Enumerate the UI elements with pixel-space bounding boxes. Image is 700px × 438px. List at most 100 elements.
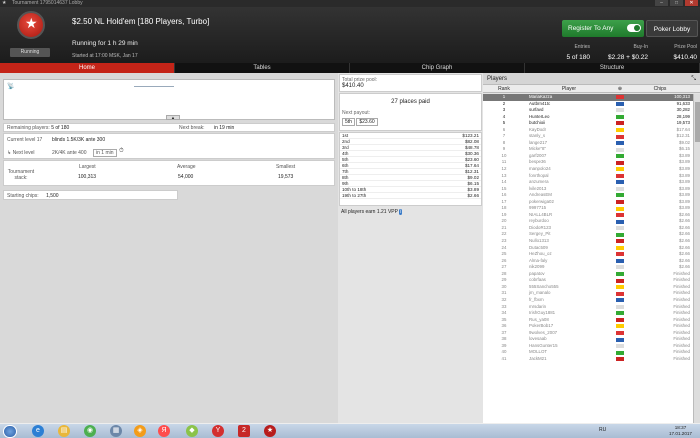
remaining-label: Remaining players:	[7, 125, 50, 131]
entries-value: 5 of 180	[566, 54, 591, 61]
prize-place: 9th	[342, 181, 349, 186]
tab-chip-graph[interactable]: Chip Graph	[350, 63, 525, 73]
news-box: 📡 ▲	[3, 79, 335, 120]
remaining-value: 5 of 180	[51, 125, 70, 131]
entries-stat: Entries 5 of 180	[555, 44, 591, 61]
yandex-browser-icon[interactable]: Y	[212, 425, 224, 437]
players-scrollbar[interactable]	[693, 94, 700, 423]
tab-tables[interactable]: Tables	[175, 63, 350, 73]
start-button[interactable]	[3, 425, 17, 438]
prize-table: 1st $123.21 2nd $82.08 3rd $48.78 4th $30.36 5th…	[339, 132, 482, 206]
chrome-icon[interactable]: ◉	[84, 425, 96, 437]
buyin-label: Buy-In	[633, 44, 648, 50]
start-time: Started at 17:00 MSK, Jan 17	[72, 53, 138, 59]
prize-amount: $17.64	[464, 163, 479, 168]
starting-label: Starting chips:	[7, 193, 39, 199]
buyin-stat: Buy-In $2.28 + $0.22	[600, 44, 648, 61]
next-level-time: in 1 min	[93, 149, 117, 157]
current-level-value: blinds 1.5K/3K ante 300	[52, 137, 106, 143]
prize-place: 10th to 18th	[342, 187, 367, 192]
prize-place: 3rd	[342, 145, 349, 150]
pokerstars-star-icon: ★	[2, 0, 7, 6]
register-to-any-button[interactable]: Register To Any	[562, 20, 644, 37]
player-name: JackM21	[529, 355, 547, 361]
home-pane: 📡 ▲ Remaining players: 5 of 180 Next bre…	[0, 73, 338, 423]
col-player[interactable]: Player	[525, 85, 613, 92]
next-break-value: in 19 min	[214, 125, 235, 131]
smallest-label: Smallest	[276, 164, 296, 170]
window-title: Tournament 1795014637 Lobby	[12, 0, 83, 6]
yandex-icon[interactable]: Я	[158, 425, 170, 437]
media-icon[interactable]: ◆	[186, 425, 198, 437]
prize-place: 1st	[342, 133, 349, 138]
collapse-arrow-icon[interactable]: ▲	[166, 115, 180, 120]
toggle-icon	[627, 24, 641, 32]
prize-amount: $23.60	[464, 157, 479, 162]
col-chips[interactable]: Chips	[627, 85, 693, 92]
prize-amount: $2.66	[467, 193, 480, 198]
maximize-button[interactable]: □	[670, 0, 683, 6]
tournament-header: Running $2.50 NL Hold'em [180 Players, T…	[0, 7, 700, 63]
next-payout-value: $23.60	[356, 118, 378, 126]
entries-label: Entries	[574, 44, 590, 50]
scroll-thumb[interactable]	[695, 102, 700, 142]
next-payout-place: 5th	[342, 118, 355, 126]
status-badge: Running	[10, 48, 50, 57]
pokerstars-taskbar-icon[interactable]: ★	[264, 425, 276, 437]
notification-icon[interactable]: 2	[238, 425, 250, 437]
buyin-value: $2.28 + $0.22	[608, 54, 648, 61]
minimize-button[interactable]: –	[655, 0, 668, 6]
window-titlebar: ★ Tournament 1795014637 Lobby – □ ✕	[0, 0, 700, 7]
tab-structure[interactable]: Structure	[525, 63, 700, 73]
folder-icon[interactable]: ▤	[58, 425, 70, 437]
prize-row: 19th to 27th $2.66	[340, 193, 481, 199]
pokerstars-logo-icon	[17, 11, 45, 39]
players-columns: Rank Player ⊕ Chips	[483, 85, 700, 93]
largest-label: Largest	[79, 164, 96, 170]
register-label: Register To Any	[568, 25, 614, 32]
timer-icon: ⏱	[119, 148, 124, 154]
tournament-title: $2.50 NL Hold'em [180 Players, Turbo]	[72, 17, 210, 26]
players-title: Players	[487, 76, 508, 82]
tab-home[interactable]: Home	[0, 63, 175, 73]
vpp-note: All players earn 1.21 VPP i	[341, 209, 403, 215]
largest-value: 100,313	[78, 174, 97, 180]
running-duration: Running for 1 h 29 min	[72, 40, 138, 47]
tab-bar: Home Tables Chip Graph Structure	[0, 63, 700, 73]
average-value: 54,000	[178, 174, 194, 180]
prize-amount: $6.15	[467, 181, 480, 186]
resize-icon[interactable]: ⤡	[691, 73, 696, 85]
prize-place: 2nd	[342, 139, 350, 144]
player-chips: Finished	[673, 355, 690, 361]
clock[interactable]: 18:37 17.01.2017	[669, 425, 692, 437]
player-row[interactable]: 41 JackM21 Finished	[483, 356, 693, 363]
stack-label: Tournament stack:	[7, 169, 35, 181]
poker-lobby-button[interactable]: Poker Lobby	[646, 20, 698, 37]
prizepool-label: Prize Pool	[674, 44, 697, 50]
next-payout-label: Next payout:	[342, 110, 371, 116]
app-icon[interactable]: ▦	[110, 425, 122, 437]
browser-icon[interactable]: ◈	[134, 425, 146, 437]
close-button[interactable]: ✕	[685, 0, 698, 6]
prize-amount: $48.78	[464, 145, 479, 150]
prize-place: 8th	[342, 175, 349, 180]
globe-icon[interactable]: ⊕	[613, 85, 627, 92]
prize-amount: $82.08	[464, 139, 479, 144]
starting-value: 1,500	[46, 193, 59, 199]
prize-place: 19th to 27th	[342, 193, 367, 198]
prize-amount: $9.02	[467, 175, 480, 180]
prize-place: 6th	[342, 163, 349, 168]
players-list: 1 MariaKazza 100,313 2 Autbrn41tc 91,633 3 surf…	[483, 94, 693, 423]
places-paid: 27 places paid	[391, 99, 430, 105]
ie-icon[interactable]: e	[32, 425, 44, 437]
language-indicator[interactable]: RU	[599, 427, 606, 433]
players-header: Players ⤡	[483, 73, 700, 85]
prize-place: 4th	[342, 151, 349, 156]
player-rank: 41	[501, 355, 507, 361]
col-rank[interactable]: Rank	[483, 85, 525, 92]
current-level-label: Current level 17	[7, 137, 43, 143]
prize-amount: $3.89	[467, 187, 480, 192]
next-level-label: ↳ Next level	[7, 150, 35, 156]
news-progress	[134, 86, 174, 87]
flag-icon	[613, 356, 627, 363]
